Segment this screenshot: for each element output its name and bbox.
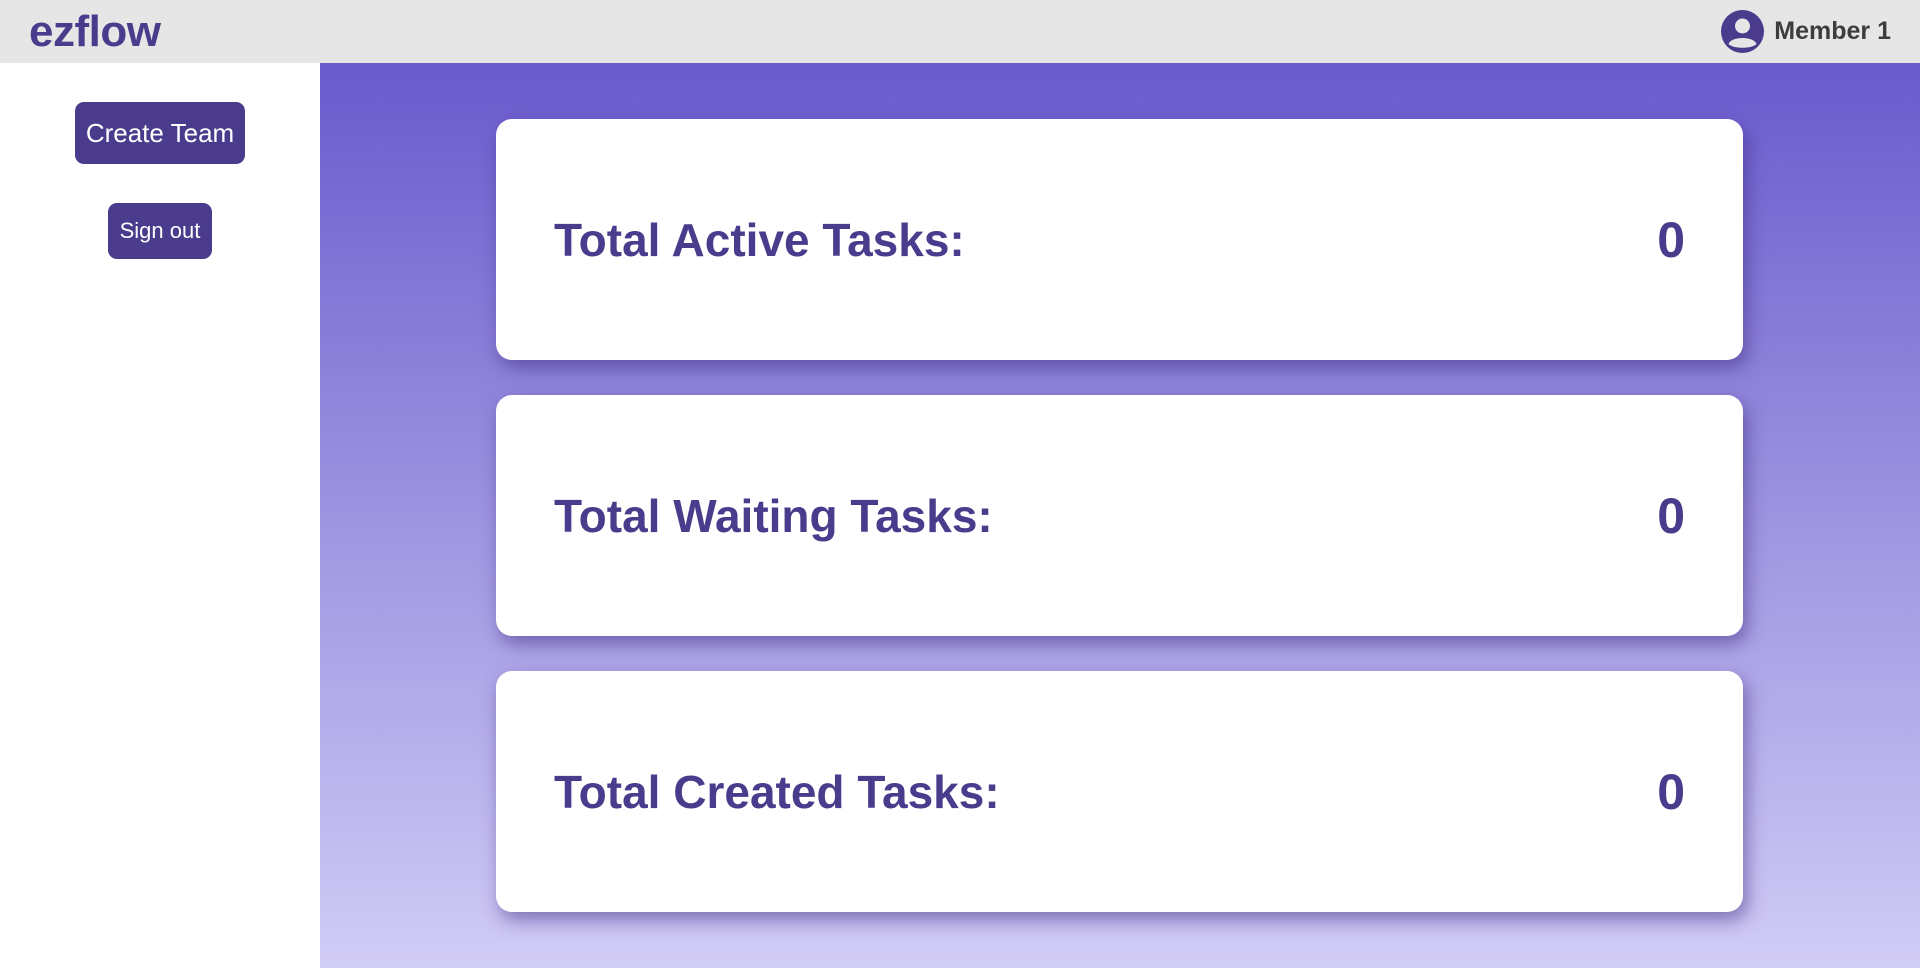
user-name[interactable]: Member 1	[1774, 17, 1891, 46]
active-tasks-card: Total Active Tasks: 0	[496, 119, 1743, 360]
waiting-tasks-label: Total Waiting Tasks:	[554, 489, 993, 542]
user-menu[interactable]: Member 1	[1721, 10, 1891, 53]
brand-logo[interactable]: ezflow	[29, 4, 161, 59]
app-root: ezflow Member 1 Create Team Sign out Tot…	[0, 0, 1920, 968]
active-tasks-label: Total Active Tasks:	[554, 213, 965, 266]
created-tasks-label: Total Created Tasks:	[554, 765, 1000, 818]
top-bar: ezflow Member 1	[0, 0, 1920, 63]
user-circle-icon[interactable]	[1721, 10, 1765, 53]
created-tasks-count: 0	[1657, 763, 1685, 820]
create-team-button[interactable]: Create Team	[75, 102, 245, 164]
active-tasks-count: 0	[1657, 211, 1685, 268]
waiting-tasks-card: Total Waiting Tasks: 0	[496, 395, 1743, 636]
sidebar: Create Team Sign out	[0, 63, 320, 968]
created-tasks-card: Total Created Tasks: 0	[496, 671, 1743, 912]
dashboard-main: Total Active Tasks: 0 Total Waiting Task…	[320, 63, 1920, 968]
waiting-tasks-count: 0	[1657, 487, 1685, 544]
sign-out-button[interactable]: Sign out	[108, 203, 212, 259]
